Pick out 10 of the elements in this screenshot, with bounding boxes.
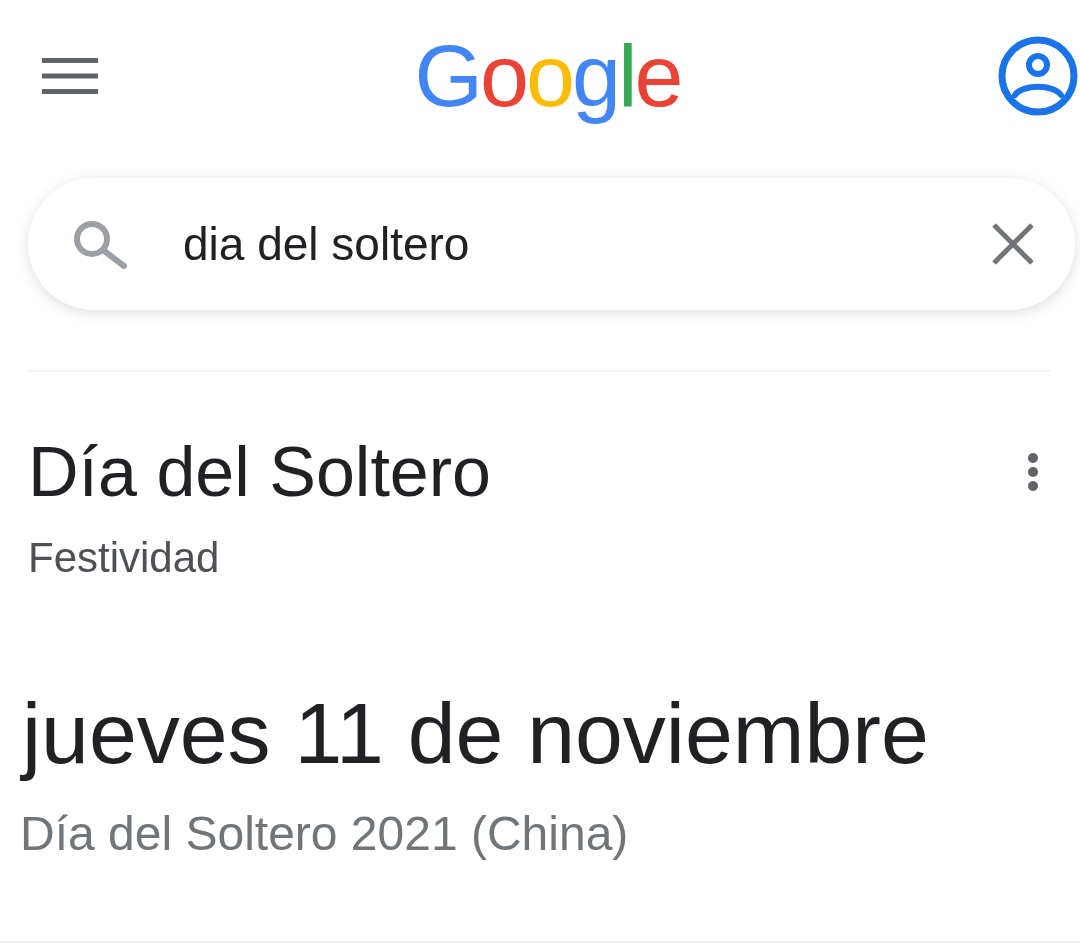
menu-icon[interactable] (42, 58, 98, 94)
search-icon[interactable] (72, 219, 128, 269)
more-icon[interactable] (1026, 452, 1040, 492)
result-subtitle: Festividad (28, 533, 221, 583)
result-title: Día del Soltero (28, 432, 492, 513)
account-icon[interactable] (998, 36, 1078, 116)
close-icon[interactable] (991, 223, 1035, 265)
date-caption: Día del Soltero 2021 (China) (20, 806, 630, 863)
search-input[interactable]: dia del soltero (183, 214, 971, 274)
date-text: jueves 11 de noviembre (22, 684, 930, 784)
